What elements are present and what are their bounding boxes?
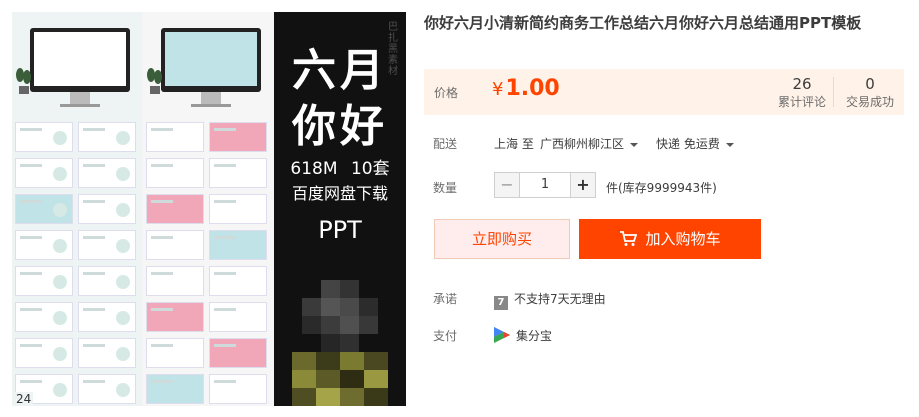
currency-symbol: ¥ [492,79,504,100]
poster-format: PPT [318,216,362,244]
slide-thumb [146,302,204,332]
shipping-method: 快递 免运费 [656,137,720,151]
chevron-down-icon [725,142,734,147]
reviews-label: 累计评论 [777,95,826,109]
reviews-stat[interactable]: 26 累计评论 [770,75,834,110]
payment-method-label: 集分宝 [516,329,553,343]
monitor-illustration [30,28,130,107]
slide-thumb [146,230,204,260]
slide-thumb [209,230,267,260]
price-box: 价格 ¥1.00 26 累计评论 0 交易成功 [424,69,904,115]
slide-thumb [78,374,136,404]
slide-thumb [146,122,204,152]
reviews-count: 26 [792,75,812,93]
add-to-cart-label: 加入购物车 [645,230,721,248]
poster-download: 百度网盘下载 [291,184,388,203]
watermark-text: 巴扎黑素材 [388,22,398,77]
price-amount: 1.00 [505,76,560,101]
slide-thumb [15,266,73,296]
slide-thumb [146,338,204,368]
preview-panel-teal: 24 [12,12,142,406]
jifenbao-icon [494,327,510,343]
deals-stat: 0 交易成功 [838,75,902,110]
quantity-increase-button[interactable]: + [570,172,596,198]
slide-thumb [78,122,136,152]
payment-method: 集分宝 [494,327,552,344]
slide-thumb [15,230,73,260]
plant-illustration [16,68,32,94]
slide-thumb [15,122,73,152]
slide-thumb [15,158,73,188]
slide-thumb [209,122,267,152]
stat-divider [833,77,834,107]
shipping-label: 配送 [433,137,458,151]
promise-label: 承诺 [433,292,458,306]
stock-text: 件(库存9999943件) [606,181,717,195]
poster-size: 618M [290,159,338,179]
quantity-decrease-button[interactable]: − [494,172,520,198]
product-title: 你好六月小清新简约商务工作总结六月你好六月总结通用PPT模板 [424,14,862,32]
product-image[interactable]: 24 六月 你好 618M 10套 百度网盘下载 PPT 巴扎黑素材 [12,12,406,406]
pixelated-image-2 [292,352,388,406]
chevron-down-icon [630,142,639,147]
slide-thumb [209,302,267,332]
slide-thumb [209,158,267,188]
poster-size-count: 618M 10套 [274,154,406,179]
quantity-label: 数量 [433,181,458,195]
shipping-from: 上海 至 [494,137,534,151]
slide-thumb [78,266,136,296]
slide-thumb [78,194,136,224]
quantity-input[interactable]: 1 [519,172,571,198]
promo-poster: 六月 你好 618M 10套 百度网盘下载 PPT 巴扎黑素材 [274,12,406,406]
buy-now-button[interactable]: 立即购买 [434,219,570,259]
poster-line-2: 你好 [292,101,388,152]
payment-label: 支付 [433,329,458,343]
preview-panel-pink [143,12,273,406]
poster-count: 10套 [350,159,390,179]
promise-text: 不支持7天无理由 [514,292,606,306]
deals-count: 0 [865,75,875,93]
promise-info[interactable]: 7 不支持7天无理由 [494,290,606,310]
pixelated-image [302,280,378,352]
slide-thumb [146,374,204,404]
price-value: ¥1.00 [492,76,560,101]
slide-thumb [209,266,267,296]
slide-thumb [78,338,136,368]
slide-thumb [146,194,204,224]
slide-thumb [146,266,204,296]
slide-thumb [209,194,267,224]
plant-illustration [147,68,163,94]
shipping-destination-select[interactable]: 广西柳州柳江区 [540,135,639,152]
slide-thumb [209,338,267,368]
seven-day-icon: 7 [494,296,508,310]
slide-thumb [209,374,267,404]
slide-thumb [15,194,73,224]
slide-thumb [78,230,136,260]
poster-line-1: 六月 [292,45,388,96]
slide-thumb [78,302,136,332]
deals-label: 交易成功 [845,95,894,109]
slide-thumb [15,302,73,332]
price-label: 价格 [434,86,459,100]
page-number: 24 [14,392,34,406]
slide-thumb [78,158,136,188]
shipping-destination: 广西柳州柳江区 [540,137,625,151]
shipping-method-select[interactable]: 快递 免运费 [656,135,734,152]
slide-thumb [15,338,73,368]
monitor-illustration [161,28,261,107]
add-to-cart-button[interactable]: 加入购物车 [579,219,761,259]
slide-thumb [146,158,204,188]
cart-icon [620,231,638,246]
